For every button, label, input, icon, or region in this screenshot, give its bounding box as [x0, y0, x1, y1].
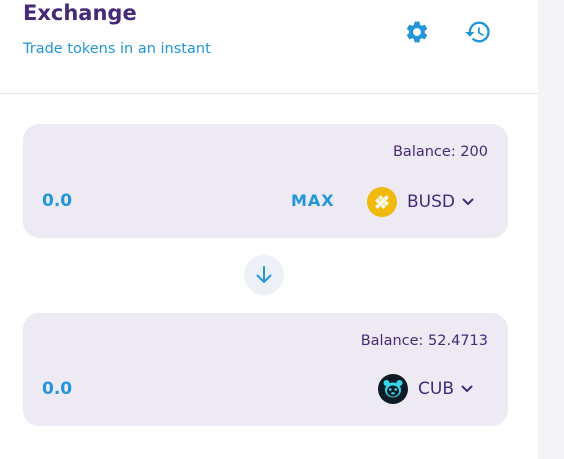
from-balance: Balance: 200 — [392, 144, 488, 160]
to-balance: Balance: 52.4713 — [360, 333, 488, 349]
from-currency-panel: Balance: 200 MAX BUSD — [23, 124, 508, 238]
max-button[interactable]: MAX — [291, 191, 335, 210]
settings-button[interactable] — [402, 17, 432, 47]
exchange-card: Exchange Trade tokens in an instant Bala… — [0, 0, 538, 459]
history-icon — [465, 21, 490, 43]
gear-icon — [406, 21, 428, 43]
history-button[interactable] — [463, 17, 493, 47]
from-token-select[interactable]: BUSD — [367, 187, 475, 217]
busd-logo-icon — [367, 187, 397, 217]
page-subtitle: Trade tokens in an instant — [23, 41, 211, 57]
header-divider — [0, 93, 538, 94]
cub-logo-icon — [378, 374, 408, 404]
to-token-select[interactable]: CUB — [378, 374, 474, 404]
from-amount-input[interactable] — [42, 191, 162, 211]
page-title: Exchange — [23, 1, 137, 25]
swap-direction-button[interactable] — [244, 255, 284, 295]
to-amount-input[interactable] — [42, 379, 162, 399]
to-token-label: CUB — [418, 379, 454, 399]
from-token-label: BUSD — [407, 192, 455, 212]
chevron-down-icon — [461, 195, 475, 209]
chevron-down-icon — [460, 382, 474, 396]
to-currency-panel: Balance: 52.4713 CUB — [23, 313, 508, 426]
arrow-down-icon — [256, 266, 272, 283]
exchange-header: Exchange Trade tokens in an instant — [0, 0, 538, 93]
